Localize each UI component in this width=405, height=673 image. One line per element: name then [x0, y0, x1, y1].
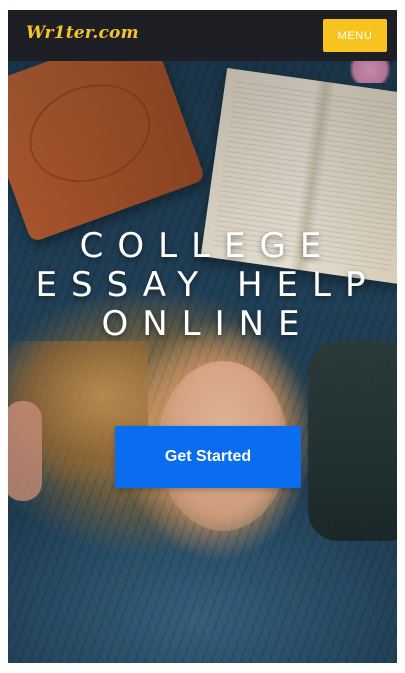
menu-button[interactable]: MENU — [323, 19, 387, 52]
hero-title: COLLEGE ESSAY HELP ONLINE — [8, 227, 397, 344]
page-frame: Wr1ter.com MENU COLLEGE ESSAY HELP ONLIN… — [8, 10, 397, 663]
top-navbar: Wr1ter.com MENU — [8, 10, 397, 61]
get-started-button[interactable]: Get Started — [115, 426, 301, 488]
site-logo[interactable]: Wr1ter.com — [26, 23, 139, 43]
hero-title-line-3: ONLINE — [101, 304, 314, 344]
hero-title-line-1: COLLEGE — [79, 226, 336, 266]
hero-overlay — [8, 61, 397, 663]
hero-banner: COLLEGE ESSAY HELP ONLINE Get Started — [8, 61, 397, 663]
hero-title-line-2: ESSAY HELP — [35, 265, 380, 305]
